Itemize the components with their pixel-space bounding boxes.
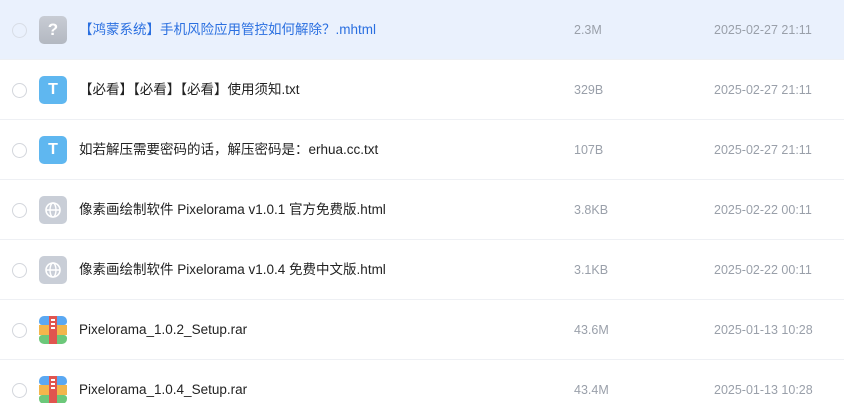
file-size: 43.4M	[574, 383, 609, 397]
file-row[interactable]: Pixelorama_1.0.2_Setup.rar 43.6M 2025-01…	[0, 300, 844, 360]
file-date: 2025-01-13 10:28	[714, 383, 813, 397]
file-name[interactable]: 像素画绘制软件 Pixelorama v1.0.1 官方免费版.html	[79, 180, 386, 240]
file-date: 2025-02-22 00:11	[714, 203, 812, 217]
txt-file-icon: T	[39, 136, 67, 164]
file-row[interactable]: ? 【鸿蒙系统】手机风险应用管控如何解除？.mhtml 2.3M 2025-02…	[0, 0, 844, 60]
row-checkbox[interactable]	[12, 23, 27, 38]
html-file-icon	[39, 256, 67, 284]
file-row[interactable]: 像素画绘制软件 Pixelorama v1.0.4 免费中文版.html 3.1…	[0, 240, 844, 300]
file-name[interactable]: Pixelorama_1.0.4_Setup.rar	[79, 360, 247, 403]
txt-file-icon: T	[39, 76, 67, 104]
file-name[interactable]: 【鸿蒙系统】手机风险应用管控如何解除？.mhtml	[79, 0, 376, 60]
file-size: 43.6M	[574, 323, 609, 337]
file-name[interactable]: 【必看】【必看】【必看】使用须知.txt	[79, 60, 300, 120]
file-row[interactable]: T 【必看】【必看】【必看】使用须知.txt 329B 2025-02-27 2…	[0, 60, 844, 120]
file-date: 2025-01-13 10:28	[714, 323, 813, 337]
html-file-icon	[39, 196, 67, 224]
row-checkbox[interactable]	[12, 263, 27, 278]
row-checkbox[interactable]	[12, 143, 27, 158]
row-checkbox[interactable]	[12, 383, 27, 398]
file-name[interactable]: Pixelorama_1.0.2_Setup.rar	[79, 300, 247, 360]
row-checkbox[interactable]	[12, 203, 27, 218]
row-checkbox[interactable]	[12, 323, 27, 338]
file-row[interactable]: Pixelorama_1.0.4_Setup.rar 43.4M 2025-01…	[0, 360, 844, 403]
file-size: 3.1KB	[574, 263, 609, 277]
rar-archive-icon	[39, 316, 67, 344]
file-row[interactable]: 像素画绘制软件 Pixelorama v1.0.1 官方免费版.html 3.8…	[0, 180, 844, 240]
file-size: 329B	[574, 83, 604, 97]
file-date: 2025-02-27 21:11	[714, 83, 812, 97]
file-date: 2025-02-22 00:11	[714, 263, 812, 277]
file-date: 2025-02-27 21:11	[714, 143, 812, 157]
file-name[interactable]: 如若解压需要密码的话，解压密码是：erhua.cc.txt	[79, 120, 378, 180]
unknown-file-icon: ?	[39, 16, 67, 44]
row-checkbox[interactable]	[12, 83, 27, 98]
file-name[interactable]: 像素画绘制软件 Pixelorama v1.0.4 免费中文版.html	[79, 240, 386, 300]
file-size: 3.8KB	[574, 203, 609, 217]
file-row[interactable]: T 如若解压需要密码的话，解压密码是：erhua.cc.txt 107B 202…	[0, 120, 844, 180]
file-list: ? 【鸿蒙系统】手机风险应用管控如何解除？.mhtml 2.3M 2025-02…	[0, 0, 844, 403]
file-size: 107B	[574, 143, 604, 157]
rar-archive-icon	[39, 376, 67, 403]
file-date: 2025-02-27 21:11	[714, 23, 812, 37]
file-size: 2.3M	[574, 23, 602, 37]
